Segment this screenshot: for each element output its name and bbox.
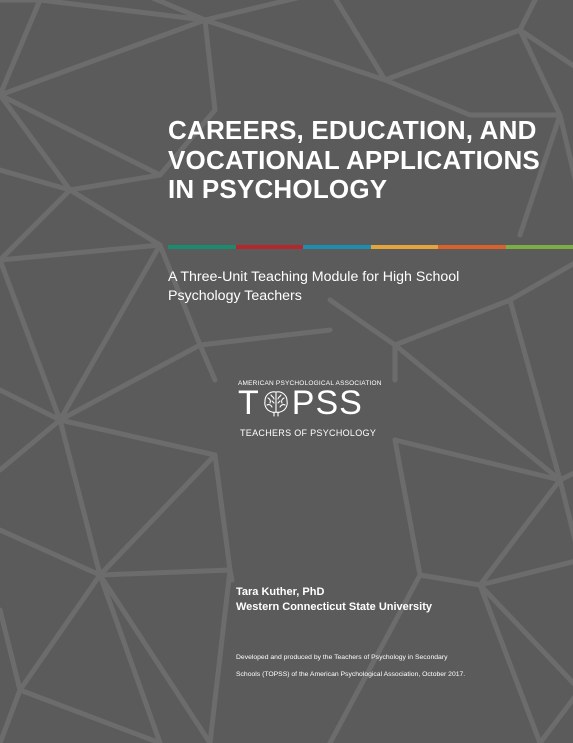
credit-line-1: Developed and produced by the Teachers o… [236, 654, 448, 661]
geometric-line-pattern [0, 0, 573, 743]
module-title: CAREERS, EDUCATION, AND VOCATIONAL APPLI… [168, 115, 540, 204]
module-subtitle: A Three-Unit Teaching Module for High Sc… [168, 269, 460, 304]
logo-wordmark-start: T [238, 384, 260, 422]
accent-segment-teal [168, 245, 236, 249]
logo-wordmark: T PSS [238, 386, 363, 420]
accent-segment-blue [303, 245, 371, 249]
brain-icon [264, 391, 288, 417]
credit-line-2: Schools (TOPSS) of the American Psycholo… [236, 671, 466, 678]
author-name: Tara Kuther, PhD [236, 586, 325, 598]
logo-tagline: TEACHERS OF PSYCHOLOGY [240, 428, 377, 438]
logo-wordmark-end: PSS [291, 384, 363, 422]
accent-segment-red [235, 245, 303, 249]
accent-color-bar [168, 245, 573, 249]
author-affiliation: Western Connecticut State University [236, 601, 433, 613]
topss-logo: AMERICAN PSYCHOLOGICAL ASSOCIATION T PSS… [238, 380, 392, 442]
accent-segment-orange [438, 245, 506, 249]
accent-segment-green [505, 245, 573, 249]
cover-page: CAREERS, EDUCATION, AND VOCATIONAL APPLI… [0, 0, 573, 743]
accent-segment-yellow [370, 245, 438, 249]
production-credit: Developed and produced by the Teachers o… [236, 649, 536, 683]
